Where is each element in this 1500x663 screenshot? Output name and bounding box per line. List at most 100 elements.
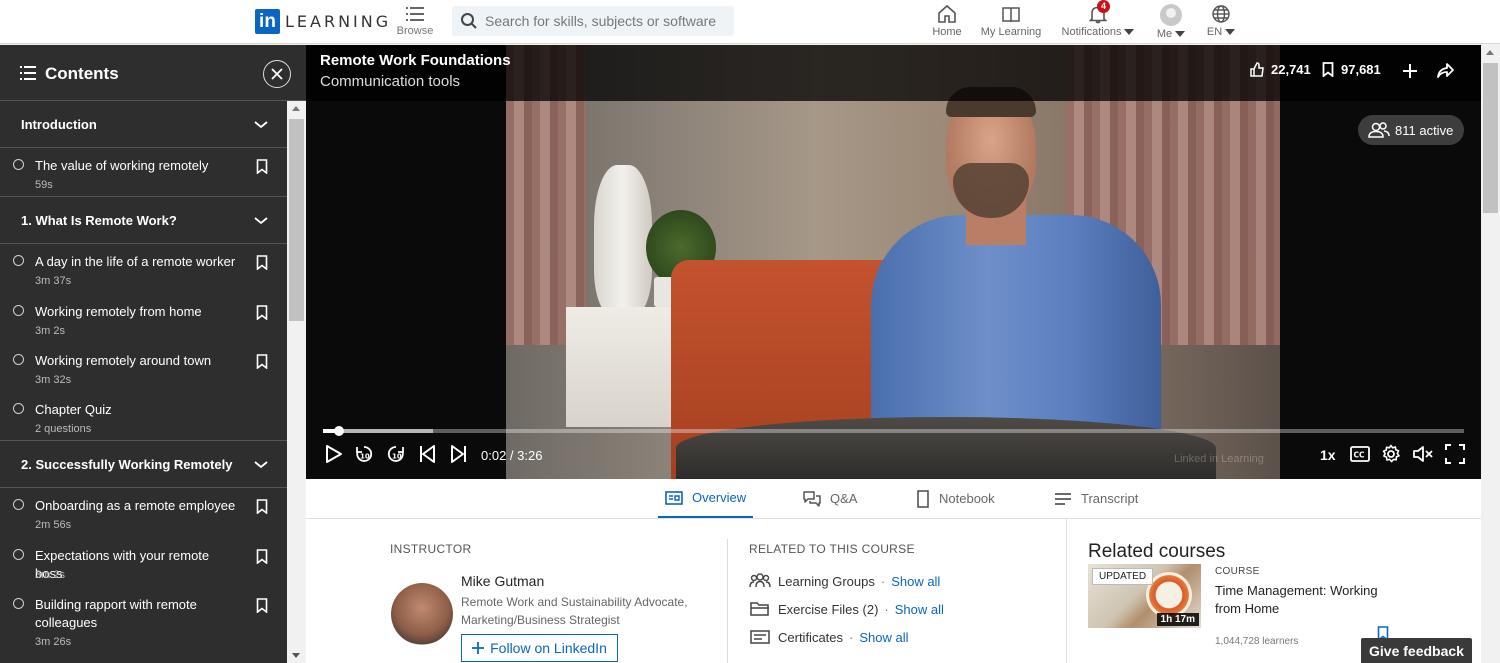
nav-me[interactable]: Me [1153, 4, 1189, 40]
item-duration: 59s [35, 179, 53, 191]
follow-on-linkedin-button[interactable]: Follow on LinkedIn [461, 634, 618, 662]
scroll-down-arrow-icon[interactable] [292, 653, 300, 658]
bookmark-icon[interactable] [256, 159, 268, 174]
video-progress-bar[interactable] [323, 426, 1464, 436]
fullscreen-icon[interactable] [1445, 444, 1465, 464]
playback-speed-button[interactable]: 1x [1320, 447, 1336, 463]
search-box[interactable] [452, 6, 734, 36]
video-watermark: Linked in Learning [1174, 453, 1264, 465]
instructor-name[interactable]: Mike Gutman [461, 573, 544, 589]
related-certificates: Certificates · Show all [749, 629, 909, 645]
scroll-up-arrow-icon[interactable] [1486, 50, 1494, 55]
give-feedback-button[interactable]: Give feedback [1361, 638, 1472, 663]
browse-label: Browse [396, 25, 434, 37]
nav-language[interactable]: EN [1205, 4, 1237, 38]
close-icon [271, 68, 283, 80]
closed-captions-icon[interactable]: CC [1350, 446, 1370, 462]
lamp [594, 165, 652, 315]
tab-transcript[interactable]: Transcript [1054, 479, 1138, 518]
item-title: A day in the life of a remote worker [35, 254, 236, 270]
like-count: 22,741 [1271, 62, 1311, 77]
list-menu-icon [406, 7, 424, 21]
chevron-up-icon [254, 121, 268, 129]
scrollbar-thumb[interactable] [1483, 63, 1498, 213]
linkedin-in-icon: in [255, 9, 280, 34]
search-icon [461, 13, 477, 29]
previous-icon[interactable] [419, 444, 435, 464]
list-item[interactable]: A day in the life of a remote worker 3m … [0, 244, 287, 293]
video-time: 0:02 / 3:26 [481, 448, 543, 463]
bookmark-icon[interactable] [256, 598, 268, 614]
rewind-10-icon[interactable]: 10 [355, 444, 373, 464]
scrollbar-thumb[interactable] [289, 119, 304, 321]
show-all-link[interactable]: Show all [895, 602, 944, 617]
course-thumbnail[interactable]: UPDATED 1h 17m [1088, 564, 1201, 628]
linkedin-learning-logo[interactable]: in LEARNING [255, 9, 391, 34]
browse-button[interactable]: Browse [396, 4, 434, 37]
section-header[interactable]: Introduction [0, 101, 287, 148]
tab-qa[interactable]: Q&A [803, 479, 857, 518]
book-icon [1002, 7, 1020, 23]
list-item[interactable]: Expectations with your remote boss 3m 2s [0, 538, 287, 587]
home-icon [938, 4, 956, 23]
sidebar-title: Contents [45, 64, 119, 83]
plus-icon [472, 642, 485, 654]
list-item-quiz[interactable]: Chapter Quiz 2 questions [0, 392, 287, 442]
video-player[interactable]: Remote Work Foundations Communication to… [306, 45, 1481, 479]
thumbs-up-icon [1250, 62, 1264, 77]
save-count: 97,681 [1341, 62, 1381, 77]
globe-icon [1212, 5, 1230, 23]
tab-overview[interactable]: Overview [658, 479, 754, 518]
status-circle-icon [13, 159, 24, 170]
tab-notebook[interactable]: Notebook [916, 479, 995, 518]
tab-label: Overview [692, 490, 747, 505]
section-header[interactable]: 2. Successfully Working Remotely [0, 441, 287, 489]
notebook-icon [917, 489, 929, 508]
item-title: The value of working remotely [35, 158, 209, 173]
list-item[interactable]: Onboarding as a remote employee 2m 56s [0, 488, 287, 537]
course-title-link[interactable]: Time Management: Working from Home [1215, 582, 1395, 618]
list-item[interactable]: Working remotely from home 3m 2s [0, 294, 287, 343]
show-all-link[interactable]: Show all [859, 630, 908, 645]
progress-knob[interactable] [333, 426, 344, 436]
save-button[interactable]: 97,681 [1322, 62, 1381, 77]
item-duration: 3m 32s [35, 373, 72, 386]
instructor-avatar[interactable] [391, 583, 453, 645]
nav-notifications[interactable]: 4 Notifications [1060, 0, 1136, 38]
status-circle-icon [13, 598, 24, 610]
nav-my-learning[interactable]: My Learning [981, 4, 1041, 38]
next-icon[interactable] [451, 444, 467, 464]
search-input[interactable] [485, 13, 725, 29]
bookmark-icon[interactable] [256, 354, 268, 369]
list-item[interactable]: Working remotely around town 3m 32s [0, 343, 287, 392]
separator-dot: · [880, 573, 886, 589]
mute-icon[interactable] [1412, 444, 1434, 464]
page-scrollbar[interactable] [1481, 45, 1500, 663]
overview-icon [665, 490, 683, 505]
section-header[interactable]: 1. What Is Remote Work? [0, 197, 287, 245]
close-sidebar-button[interactable] [263, 60, 291, 88]
me-text: Me [1156, 28, 1173, 40]
forward-10-icon[interactable]: 10 [387, 444, 405, 464]
bookmark-icon[interactable] [256, 499, 268, 515]
bookmark-icon[interactable] [256, 255, 268, 271]
active-viewers-badge[interactable]: 811 active [1358, 115, 1465, 145]
contents-list: Introduction The value of working remote… [0, 101, 287, 663]
list-item[interactable]: Building rapport with remote colleagues … [0, 587, 287, 648]
settings-gear-icon[interactable] [1381, 444, 1401, 464]
status-circle-icon [13, 304, 24, 316]
foreground-table [676, 417, 1216, 479]
video-title: Communication tools [320, 73, 461, 90]
share-icon[interactable] [1437, 63, 1454, 78]
item-duration: 3m 2s [35, 324, 65, 337]
sidebar-scrollbar[interactable] [287, 101, 306, 663]
nav-home[interactable]: Home [931, 4, 963, 38]
add-icon[interactable] [1403, 64, 1417, 78]
bookmark-icon[interactable] [256, 304, 268, 320]
like-button[interactable]: 22,741 [1250, 62, 1311, 77]
list-item[interactable]: The value of working remotely 59s [0, 148, 287, 198]
scroll-up-arrow-icon[interactable] [292, 106, 300, 111]
bookmark-icon[interactable] [256, 548, 268, 564]
play-icon[interactable] [325, 444, 343, 464]
show-all-link[interactable]: Show all [891, 574, 940, 589]
